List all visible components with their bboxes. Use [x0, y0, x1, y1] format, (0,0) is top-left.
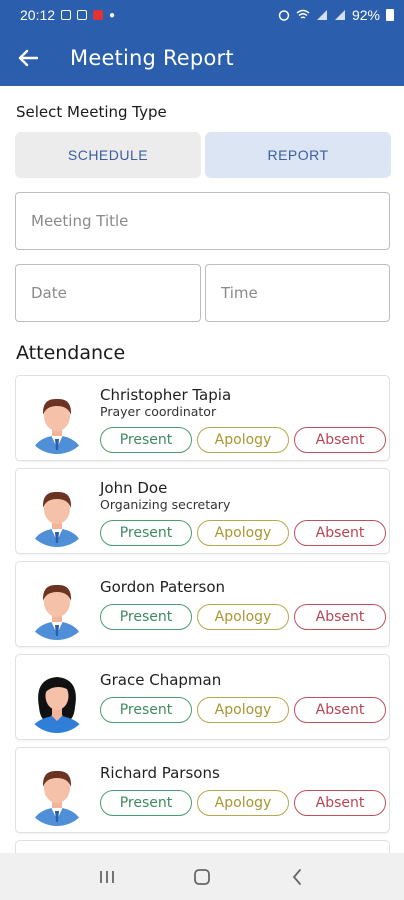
present-button[interactable]: Present	[100, 520, 192, 546]
system-nav-bar	[0, 853, 404, 900]
member-name: John Doe	[100, 479, 168, 497]
home-icon	[194, 868, 210, 885]
time-input[interactable]	[221, 284, 389, 302]
member-card: John Doe Organizing secretary Present Ap…	[15, 468, 390, 554]
member-card-partial	[15, 840, 390, 853]
apology-button[interactable]: Apology	[197, 697, 289, 723]
absent-button[interactable]: Absent	[294, 697, 386, 723]
home-button[interactable]	[182, 857, 222, 897]
absent-button[interactable]: Absent	[294, 790, 386, 816]
date-field[interactable]	[15, 264, 201, 322]
avatar-male	[24, 388, 90, 454]
absent-button[interactable]: Absent	[294, 520, 386, 546]
member-card: Christopher Tapia Prayer coordinator Pre…	[15, 375, 390, 461]
battery-icon	[386, 9, 394, 21]
gallery-icon	[77, 10, 88, 20]
present-button[interactable]: Present	[100, 697, 192, 723]
status-bar: 20:12 ● 92%	[0, 0, 404, 30]
recent-apps-icon	[100, 870, 115, 883]
chevron-left-icon	[292, 868, 301, 885]
present-button[interactable]: Present	[100, 427, 192, 453]
wifi-icon	[296, 9, 310, 19]
signal-icon	[316, 10, 327, 20]
page-title: Meeting Report	[70, 46, 234, 70]
avatar-male	[24, 481, 90, 547]
present-button[interactable]: Present	[100, 790, 192, 816]
apology-button[interactable]: Apology	[197, 790, 289, 816]
member-name: Grace Chapman	[100, 671, 222, 689]
time-field[interactable]	[205, 264, 390, 322]
member-role: Organizing secretary	[100, 497, 231, 512]
avatar-female	[24, 667, 90, 733]
app-notification-icon	[93, 10, 104, 20]
meeting-type-label: Select Meeting Type	[16, 103, 167, 121]
member-role: Prayer coordinator	[100, 404, 217, 419]
attendance-heading: Attendance	[16, 342, 126, 364]
member-name: Gordon Paterson	[100, 578, 226, 596]
recent-apps-button[interactable]	[87, 857, 127, 897]
apology-button[interactable]: Apology	[197, 427, 289, 453]
notification-icon	[61, 10, 72, 20]
back-button[interactable]	[0, 30, 56, 86]
report-tab-button[interactable]: REPORT	[205, 132, 391, 178]
app-bar: Meeting Report	[0, 30, 404, 86]
schedule-tab-button[interactable]: SCHEDULE	[15, 132, 201, 178]
apology-button[interactable]: Apology	[197, 520, 289, 546]
status-time: 20:12	[20, 7, 56, 23]
alarm-icon	[278, 10, 290, 21]
member-card: Richard Parsons Present Apology Absent	[15, 747, 390, 833]
avatar-male	[24, 574, 90, 640]
date-input[interactable]	[31, 284, 200, 302]
arrow-left-icon	[18, 49, 38, 67]
present-button[interactable]: Present	[100, 604, 192, 630]
signal-2-icon	[334, 10, 345, 20]
system-back-button[interactable]	[277, 857, 317, 897]
absent-button[interactable]: Absent	[294, 427, 386, 453]
member-card: Gordon Paterson Present Apology Absent	[15, 561, 390, 647]
more-dot-icon: ●	[109, 9, 116, 21]
absent-button[interactable]: Absent	[294, 604, 386, 630]
meeting-title-input[interactable]	[31, 212, 389, 230]
member-name: Richard Parsons	[100, 764, 220, 782]
member-name: Christopher Tapia	[100, 386, 232, 404]
attendance-list[interactable]: Christopher Tapia Prayer coordinator Pre…	[15, 375, 390, 853]
meeting-title-field[interactable]	[15, 192, 390, 250]
apology-button[interactable]: Apology	[197, 604, 289, 630]
battery-percent: 92%	[351, 7, 380, 23]
member-card: Grace Chapman Present Apology Absent	[15, 654, 390, 740]
avatar-male	[24, 760, 90, 826]
